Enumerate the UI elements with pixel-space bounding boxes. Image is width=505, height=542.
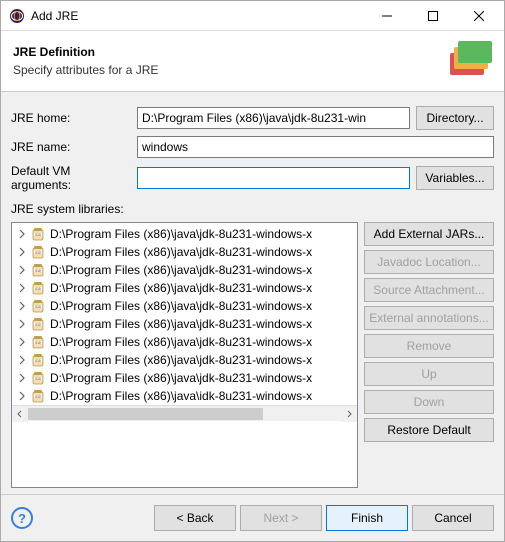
expand-icon[interactable]	[16, 264, 28, 276]
scroll-left-button[interactable]	[12, 406, 28, 422]
jar-icon: 010	[30, 370, 46, 386]
add-external-jars-button[interactable]: Add External JARs...	[364, 222, 494, 246]
back-button[interactable]: < Back	[154, 505, 236, 531]
svg-text:010: 010	[35, 233, 41, 237]
tree-item[interactable]: 010 D:\Program Files (x86)\java\jdk-8u231…	[12, 261, 357, 279]
svg-text:010: 010	[35, 341, 41, 345]
expand-icon[interactable]	[16, 246, 28, 258]
expand-icon[interactable]	[16, 372, 28, 384]
vm-args-input[interactable]	[137, 167, 410, 189]
jre-name-label: JRE name:	[11, 140, 131, 154]
minimize-button[interactable]	[364, 1, 410, 31]
content-area: JRE home: Directory... JRE name: Default…	[1, 92, 504, 494]
tree-item[interactable]: 010 D:\Program Files (x86)\java\jdk-8u231…	[12, 315, 357, 333]
svg-text:010: 010	[35, 305, 41, 309]
tree-item[interactable]: 010 D:\Program Files (x86)\java\jdk-8u231…	[12, 351, 357, 369]
sys-libs-row: 010 D:\Program Files (x86)\java\jdk-8u231…	[11, 222, 494, 488]
tree-item-label: D:\Program Files (x86)\java\jdk-8u231-wi…	[50, 281, 312, 295]
jar-icon: 010	[30, 280, 46, 296]
sys-libs-tree[interactable]: 010 D:\Program Files (x86)\java\jdk-8u231…	[11, 222, 358, 488]
directory-button[interactable]: Directory...	[416, 106, 494, 130]
jre-home-input[interactable]	[137, 107, 410, 129]
nav-buttons: < Back Next > Finish Cancel	[154, 505, 494, 531]
svg-text:010: 010	[35, 359, 41, 363]
maximize-button[interactable]	[410, 1, 456, 31]
svg-text:010: 010	[35, 395, 41, 399]
expand-icon[interactable]	[16, 282, 28, 294]
javadoc-location-button[interactable]: Javadoc Location...	[364, 250, 494, 274]
titlebar: Add JRE	[1, 1, 504, 31]
external-annotations-button[interactable]: External annotations...	[364, 306, 494, 330]
header-subtitle: Specify attributes for a JRE	[13, 63, 158, 77]
tree-item[interactable]: 010 D:\Program Files (x86)\java\jdk-8u231…	[12, 369, 357, 387]
jar-icon: 010	[30, 316, 46, 332]
sys-libs-buttons: Add External JARs... Javadoc Location...…	[364, 222, 494, 488]
tree-item-label: D:\Program Files (x86)\java\jdk-8u231-wi…	[50, 299, 312, 313]
books-icon	[444, 41, 492, 81]
svg-text:010: 010	[35, 251, 41, 255]
jre-name-input[interactable]	[137, 136, 494, 158]
tree-item-label: D:\Program Files (x86)\java\jdk-8u231-wi…	[50, 317, 312, 331]
close-button[interactable]	[456, 1, 502, 31]
jar-icon: 010	[30, 298, 46, 314]
jar-icon: 010	[30, 262, 46, 278]
jar-icon: 010	[30, 352, 46, 368]
dialog-window: Add JRE JRE Definition Specify attribute…	[0, 0, 505, 542]
restore-default-button[interactable]: Restore Default	[364, 418, 494, 442]
tree-item-label: D:\Program Files (x86)\java\jdk-8u231-wi…	[50, 245, 312, 259]
jar-icon: 010	[30, 244, 46, 260]
expand-icon[interactable]	[16, 354, 28, 366]
svg-text:010: 010	[35, 287, 41, 291]
variables-button[interactable]: Variables...	[416, 166, 494, 190]
remove-button[interactable]: Remove	[364, 334, 494, 358]
tree-item-label: D:\Program Files (x86)\java\jdk-8u231-wi…	[50, 227, 312, 241]
jar-icon: 010	[30, 388, 46, 404]
expand-icon[interactable]	[16, 336, 28, 348]
jar-icon: 010	[30, 226, 46, 242]
tree-item-label: D:\Program Files (x86)\java\jdk-8u231-wi…	[50, 353, 312, 367]
sys-libs-label: JRE system libraries:	[11, 202, 494, 216]
jre-home-label: JRE home:	[11, 111, 131, 125]
tree-item[interactable]: 010 D:\Program Files (x86)\java\jdk-8u231…	[12, 225, 357, 243]
expand-icon[interactable]	[16, 390, 28, 402]
expand-icon[interactable]	[16, 228, 28, 240]
titlebar-controls	[364, 1, 502, 31]
source-attachment-button[interactable]: Source Attachment...	[364, 278, 494, 302]
tree-item-label: D:\Program Files (x86)\java\jdk-8u231-wi…	[50, 263, 312, 277]
tree-item[interactable]: 010 D:\Program Files (x86)\java\jdk-8u231…	[12, 297, 357, 315]
cancel-button[interactable]: Cancel	[412, 505, 494, 531]
expand-icon[interactable]	[16, 300, 28, 312]
svg-text:010: 010	[35, 323, 41, 327]
expand-icon[interactable]	[16, 318, 28, 330]
svg-text:010: 010	[35, 377, 41, 381]
help-button[interactable]: ?	[11, 507, 33, 529]
scroll-thumb[interactable]	[28, 408, 263, 420]
vm-args-label: Default VM arguments:	[11, 164, 131, 192]
eclipse-icon	[9, 8, 25, 24]
tree-item-label: D:\Program Files (x86)\java\idk-8u231-wi…	[50, 389, 312, 403]
tree-item[interactable]: 010 D:\Program Files (x86)\java\jdk-8u231…	[12, 243, 357, 261]
footer: ? < Back Next > Finish Cancel	[1, 494, 504, 541]
vm-args-row: Default VM arguments: Variables...	[11, 164, 494, 192]
tree-item[interactable]: 010 D:\Program Files (x86)\java\jdk-8u231…	[12, 333, 357, 351]
tree-item-label: D:\Program Files (x86)\java\jdk-8u231-wi…	[50, 335, 312, 349]
tree-item-label: D:\Program Files (x86)\java\jdk-8u231-wi…	[50, 371, 312, 385]
jar-icon: 010	[30, 334, 46, 350]
horizontal-scrollbar[interactable]	[12, 405, 357, 421]
titlebar-title: Add JRE	[31, 9, 364, 23]
jre-name-row: JRE name:	[11, 136, 494, 158]
up-button[interactable]: Up	[364, 362, 494, 386]
next-button[interactable]: Next >	[240, 505, 322, 531]
tree-item[interactable]: 010 D:\Program Files (x86)\java\idk-8u231…	[12, 387, 357, 405]
tree-item[interactable]: 010 D:\Program Files (x86)\java\jdk-8u231…	[12, 279, 357, 297]
down-button[interactable]: Down	[364, 390, 494, 414]
scroll-track[interactable]	[28, 406, 341, 422]
header-banner: JRE Definition Specify attributes for a …	[1, 31, 504, 92]
header-title: JRE Definition	[13, 45, 158, 59]
jre-home-row: JRE home: Directory...	[11, 106, 494, 130]
finish-button[interactable]: Finish	[326, 505, 408, 531]
header-text: JRE Definition Specify attributes for a …	[13, 45, 158, 77]
scroll-right-button[interactable]	[341, 406, 357, 422]
svg-text:010: 010	[35, 269, 41, 273]
